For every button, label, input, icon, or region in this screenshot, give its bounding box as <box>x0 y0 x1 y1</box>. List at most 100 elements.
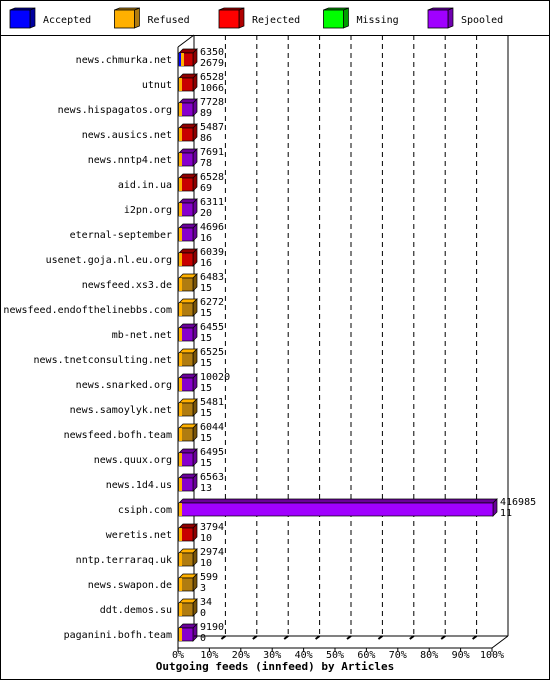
chart-title: Outgoing feeds (innfeed) by Articles <box>156 660 394 673</box>
offered-value: 6495 <box>200 447 224 458</box>
bar-refused-segment <box>179 178 182 191</box>
offered-value: 6455 <box>200 322 224 333</box>
bar-refused-segment <box>179 303 182 316</box>
offered-value: 4696 <box>200 222 224 233</box>
accepted-value: 15 <box>200 283 212 294</box>
bar-top-face <box>178 498 498 504</box>
offered-value: 2974 <box>200 547 224 558</box>
bar-refused-segment <box>179 578 182 591</box>
offered-value: 6525 <box>200 347 224 358</box>
bar-refused-segment <box>179 478 182 491</box>
accepted-value: 69 <box>200 183 212 194</box>
accepted-value: 11 <box>500 508 512 519</box>
category-label: utnut <box>142 80 172 91</box>
accepted-value: 2679 <box>200 58 224 69</box>
legend-swatch-rejected <box>218 9 240 29</box>
bar-accepted-segment <box>179 53 181 66</box>
accepted-value: 15 <box>200 433 212 444</box>
accepted-value: 16 <box>200 233 212 244</box>
legend-swatch-missing <box>323 9 344 29</box>
bar-refused-segment <box>179 353 182 366</box>
bar-refused-segment <box>179 228 182 241</box>
category-label: news.samoylyk.net <box>70 405 172 416</box>
innfeed-chart: Accepted Refused Rejected Missing Spooled ne… <box>0 0 550 680</box>
offered-value: 3794 <box>200 522 224 533</box>
accepted-value: 15 <box>200 408 212 419</box>
legend-label-refused: Refused <box>148 15 190 26</box>
legend-swatch-side <box>238 7 245 29</box>
bar-refused-segment <box>179 428 182 441</box>
category-label: paganini.bofh.team <box>64 630 172 641</box>
legend-label-missing: Missing <box>357 15 399 26</box>
category-label: news.nntp4.net <box>88 155 172 166</box>
accepted-value: 0 <box>200 608 206 619</box>
legend-swatch-refused <box>114 9 135 29</box>
category-label: aid.in.ua <box>118 180 172 191</box>
offered-value: 6039 <box>200 247 224 258</box>
legend-label-accepted: Accepted <box>43 15 91 26</box>
bar-refused-segment <box>179 328 182 341</box>
accepted-value: 13 <box>200 483 212 494</box>
accepted-value: 10 <box>200 558 212 569</box>
bar-refused-segment <box>179 78 182 91</box>
legend-swatch-accepted <box>9 9 31 29</box>
bar-refused-segment <box>179 603 182 616</box>
accepted-value: 15 <box>200 358 212 369</box>
bar-refused-segment <box>179 103 182 116</box>
offered-value: 6563 <box>200 472 224 483</box>
category-label: i2pn.org <box>124 205 172 216</box>
offered-value: 6044 <box>200 422 224 433</box>
bar-refused-segment <box>179 553 182 566</box>
chart-frame <box>0 0 550 680</box>
chart-svg: Accepted Refused Rejected Missing Spooled ne… <box>0 0 550 680</box>
accepted-value: 86 <box>200 133 212 144</box>
accepted-value: 15 <box>200 458 212 469</box>
accepted-value: 20 <box>200 208 212 219</box>
bar-refused-segment <box>179 153 182 166</box>
category-label: news.hispagatos.org <box>58 105 172 116</box>
x-tick-label: 100% <box>480 650 504 661</box>
legend-label-rejected: Rejected <box>252 15 300 26</box>
category-label: mb-net.net <box>112 330 172 341</box>
offered-value: 7691 <box>200 147 224 158</box>
category-label: news.quux.org <box>94 455 172 466</box>
bar-refused-segment <box>179 403 182 416</box>
category-label: news.1d4.us <box>106 480 172 491</box>
category-label: weretis.net <box>106 530 172 541</box>
bar-refused-segment <box>179 378 182 391</box>
offered-value: 5487 <box>200 122 224 133</box>
offered-value: 9190 <box>200 622 224 633</box>
offered-value: 10020 <box>200 372 230 383</box>
offered-value: 416985 <box>500 497 536 508</box>
accepted-value: 78 <box>200 158 212 169</box>
offered-value: 34 <box>200 597 212 608</box>
x-tick-label: 90% <box>452 650 470 661</box>
accepted-value: 3 <box>200 583 206 594</box>
offered-value: 6528 <box>200 72 224 83</box>
category-label: usenet.goja.nl.eu.org <box>46 255 172 266</box>
offered-value: 6311 <box>200 197 224 208</box>
accepted-value: 15 <box>200 333 212 344</box>
category-label: newsfeed.bofh.team <box>64 430 172 441</box>
category-label: eternal-september <box>70 230 172 241</box>
accepted-value: 16 <box>200 258 212 269</box>
category-label: ddt.demos.su <box>100 605 172 616</box>
bar-refused-segment <box>179 278 182 291</box>
category-label: news.ausics.net <box>82 130 172 141</box>
category-label: nntp.terraraq.uk <box>76 555 172 566</box>
offered-value: 5481 <box>200 397 224 408</box>
bar-refused-segment <box>179 628 182 641</box>
legend-swatch-spooled <box>427 9 449 29</box>
offered-value: 6528 <box>200 172 224 183</box>
bar-refused-segment <box>179 453 182 466</box>
legend-swatch-side <box>134 7 140 29</box>
category-label: newsfeed.endofthelinebbs.com <box>3 305 172 316</box>
category-label: news.snarked.org <box>76 380 172 391</box>
accepted-value: 1066 <box>200 83 224 94</box>
accepted-value: 89 <box>200 108 212 119</box>
bar-refused-segment <box>179 128 182 141</box>
bar-refused-segment <box>179 503 182 516</box>
bar-spooled <box>178 502 494 517</box>
offered-value: 7728 <box>200 97 224 108</box>
accepted-value: 15 <box>200 308 212 319</box>
